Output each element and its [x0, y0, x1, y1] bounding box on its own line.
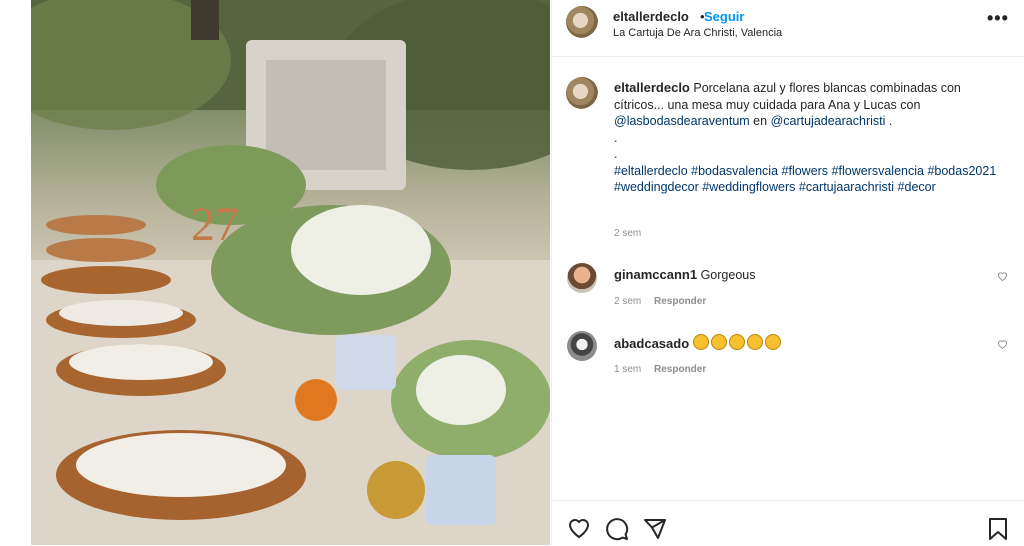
author-username[interactable]: eltallerdeclo [613, 9, 689, 24]
table-scene-image: 27 [31, 0, 550, 545]
hashtag-link[interactable]: #eltallerdeclo [614, 164, 688, 178]
commenter-avatar[interactable] [567, 331, 597, 361]
caption-connector: en [753, 114, 768, 128]
comment-text: Gorgeous [700, 268, 756, 282]
clap-emoji-icon [710, 334, 727, 350]
commenter-avatar[interactable] [567, 263, 597, 293]
comment: ginamccann1 Gorgeous [614, 267, 755, 282]
mention-link[interactable]: @cartujadearachristi [771, 114, 886, 128]
comment-time[interactable]: 1 sem [614, 364, 641, 375]
caption-end: . [888, 114, 893, 128]
post-photo[interactable]: 27 [31, 0, 550, 545]
caption-dot: . [614, 130, 618, 145]
hashtag-link[interactable]: #flowers [782, 164, 829, 178]
clap-emoji-icon [764, 334, 781, 350]
comment-username[interactable]: abadcasado [614, 336, 689, 351]
reply-button[interactable]: Responder [654, 364, 706, 375]
hashtag-link[interactable]: #bodas2021 [927, 164, 996, 178]
caption-dot: . [614, 147, 618, 161]
caption-avatar[interactable] [566, 77, 598, 109]
author-avatar[interactable] [566, 6, 598, 38]
more-icon[interactable]: ••• [987, 8, 1009, 29]
post-header: eltallerdeclo • Seguir La Cartuja De Ara… [552, 0, 1024, 57]
action-bar [552, 500, 1024, 546]
comment-meta: 2 sem Responder [614, 296, 706, 307]
comment-time[interactable]: 2 sem [614, 296, 641, 307]
hashtag-link[interactable]: #flowersvalencia [832, 164, 924, 178]
heart-icon[interactable] [997, 339, 1008, 352]
post-caption: eltallerdeclo Porcelana azul y flores bl… [614, 80, 1004, 196]
hashtag-link[interactable]: #decor [898, 180, 936, 194]
share-icon[interactable] [643, 517, 667, 546]
comment-icon[interactable] [605, 517, 629, 546]
hashtag-link[interactable]: #weddingdecor [614, 180, 699, 194]
caption-time[interactable]: 2 sem [614, 228, 641, 239]
clap-emoji-icon [728, 334, 745, 350]
post-sidebar: eltallerdeclo • Seguir La Cartuja De Ara… [551, 0, 1024, 545]
follow-button[interactable]: Seguir [704, 9, 744, 24]
mention-link[interactable]: @lasbodasdearaventum [614, 114, 750, 128]
hashtag-link[interactable]: #weddingflowers [702, 180, 795, 194]
comment-username[interactable]: ginamccann1 [614, 267, 697, 282]
heart-icon[interactable] [567, 517, 591, 544]
comment: abadcasado [614, 334, 783, 351]
clap-emoji-icon [746, 334, 763, 350]
caption-username[interactable]: eltallerdeclo [614, 80, 690, 95]
heart-icon[interactable] [997, 271, 1008, 284]
hashtag-link[interactable]: #cartujaarachristi [799, 180, 894, 194]
bookmark-icon[interactable] [988, 517, 1008, 546]
comment-meta: 1 sem Responder [614, 364, 706, 375]
reply-button[interactable]: Responder [654, 296, 706, 307]
clap-emoji-icon [692, 334, 709, 350]
svg-text:27: 27 [191, 198, 239, 251]
post-location[interactable]: La Cartuja De Ara Christi, Valencia [613, 27, 782, 39]
hashtag-link[interactable]: #bodasvalencia [691, 164, 778, 178]
